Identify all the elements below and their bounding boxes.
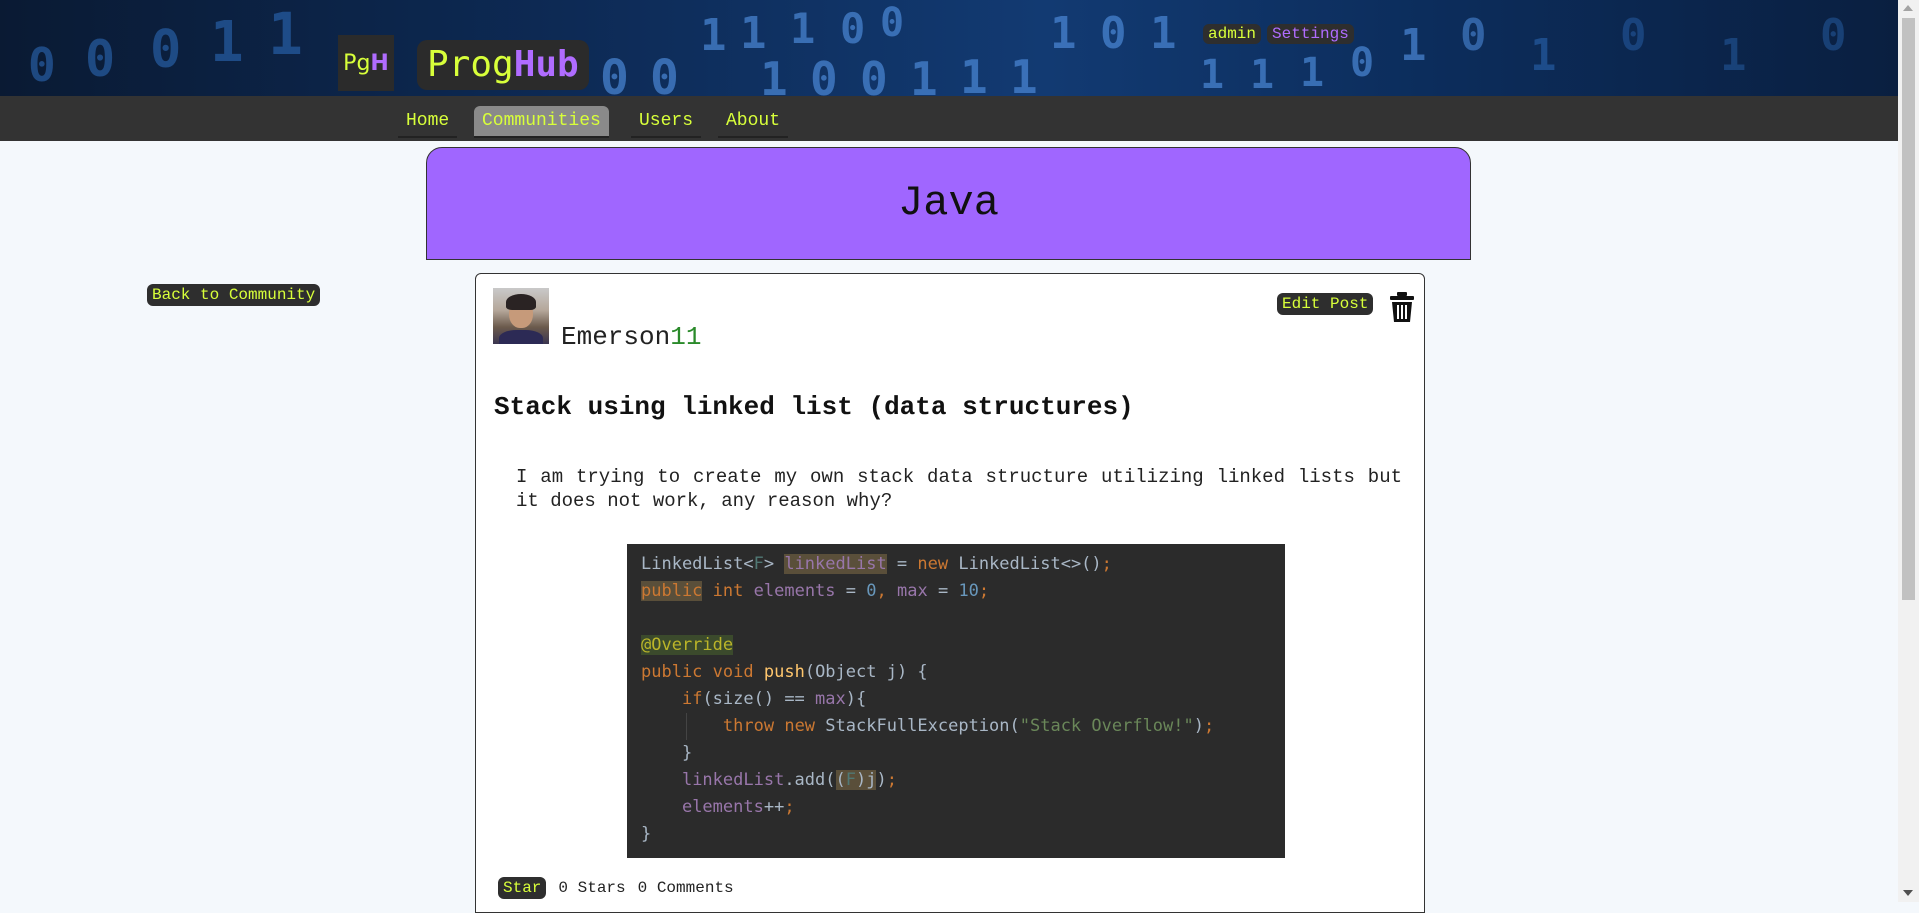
- trash-icon[interactable]: [1389, 292, 1415, 322]
- stars-count: 0 Stars: [558, 879, 626, 897]
- avatar[interactable]: [493, 288, 549, 344]
- binary-background: 0 0 0 1 1 0 0 1 1 1 0 0 1 0 0 1 1 1 1 0 …: [28, 0, 1847, 96]
- post-author-number: 11: [670, 322, 702, 352]
- community-title: Java: [426, 147, 1471, 260]
- nav-item-users[interactable]: Users: [631, 106, 702, 138]
- settings-link[interactable]: Settings: [1267, 24, 1354, 44]
- main-nav: Home Communities Users About: [0, 96, 1898, 141]
- page-scrollbar[interactable]: [1898, 0, 1919, 902]
- brand-name-b: Hub: [513, 44, 579, 85]
- brand-logo[interactable]: ProgHub: [417, 40, 589, 90]
- post-title: Stack using linked list (data structures…: [494, 392, 1134, 422]
- scroll-down-icon[interactable]: [1903, 890, 1913, 896]
- logo-mark-b: H: [370, 50, 389, 76]
- edit-post-button[interactable]: Edit Post: [1277, 293, 1374, 315]
- header-banner: 0 0 0 1 1 0 0 1 1 1 0 0 1 0 0 1 1 1 1 0 …: [0, 0, 1898, 96]
- nav-item-home[interactable]: Home: [398, 106, 458, 138]
- logo-mark-a: Pg: [343, 50, 371, 76]
- scroll-up-icon[interactable]: [1903, 5, 1913, 11]
- scroll-thumb[interactable]: [1902, 18, 1915, 600]
- comments-count[interactable]: 0 Comments: [638, 879, 734, 897]
- star-button[interactable]: Star: [498, 877, 547, 899]
- user-link[interactable]: admin: [1203, 24, 1262, 44]
- user-links: admin Settings: [1203, 24, 1354, 44]
- logo-mark[interactable]: Pg H: [338, 35, 394, 91]
- nav-item-communities[interactable]: Communities: [474, 106, 609, 138]
- brand-name-a: Prog: [427, 44, 514, 85]
- nav-item-about[interactable]: About: [718, 106, 789, 138]
- post-author-name: Emerson: [561, 322, 671, 352]
- post-card: Emerson11 Edit Post Stack using linked l…: [475, 273, 1425, 913]
- back-to-community-button[interactable]: Back to Community: [147, 284, 321, 306]
- code-screenshot: LinkedList<F> linkedList = new LinkedLis…: [627, 544, 1285, 858]
- post-footer: Star 0 Stars 0 Comments: [498, 877, 734, 899]
- post-body: I am trying to create my own stack data …: [516, 466, 1402, 512]
- post-author[interactable]: Emerson11: [561, 322, 701, 352]
